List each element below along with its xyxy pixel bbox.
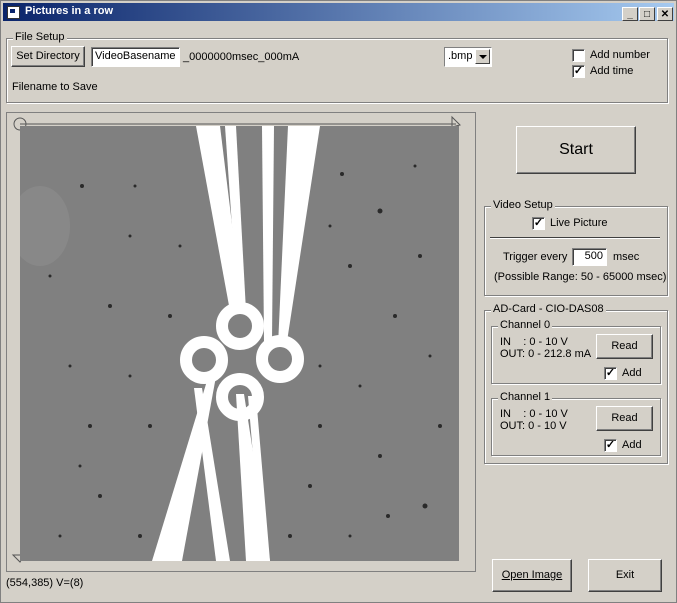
channel-1-out: OUT: 0 - 10 V <box>500 420 567 432</box>
channel-1-add-label: Add <box>622 439 642 451</box>
channel-1-read-button[interactable]: Read <box>596 406 653 431</box>
add-number-checkbox[interactable] <box>572 49 585 62</box>
camera-picture[interactable] <box>20 126 459 561</box>
trigger-range: (Possible Range: 50 - 65000 msec) <box>494 271 667 283</box>
channel-1-add-checkbox[interactable]: ✓ <box>604 439 617 452</box>
live-picture-label: Live Picture <box>550 217 608 229</box>
window-title: Pictures in a row <box>25 5 114 17</box>
basename-input[interactable]: VideoBasename <box>91 47 180 67</box>
add-time-label: Add time <box>590 65 634 77</box>
title-bar[interactable]: Pictures in a row _ □ ✕ <box>3 3 674 21</box>
app-icon <box>7 6 20 19</box>
filename-suffix: _0000000msec_000mA <box>183 51 300 63</box>
file-setup-label: File Setup <box>13 31 67 43</box>
filename-caption: Filename to Save <box>12 81 98 93</box>
minimize-button[interactable]: _ <box>622 7 638 21</box>
maximize-button[interactable]: □ <box>639 7 655 21</box>
close-button[interactable]: ✕ <box>657 7 673 21</box>
chevron-down-icon[interactable] <box>475 49 490 64</box>
electrode-image <box>20 126 459 561</box>
trigger-input[interactable]: 500 <box>572 248 607 266</box>
divider <box>490 237 660 239</box>
status-readout: (554,385) V=(8) <box>6 577 84 589</box>
start-button[interactable]: Start <box>516 126 636 174</box>
open-image-button[interactable]: Open Image <box>492 559 572 592</box>
channel-1-label: Channel 1 <box>498 391 553 403</box>
add-time-checkbox[interactable]: ✓ <box>572 65 585 78</box>
filetype-value: .bmp <box>448 50 473 62</box>
live-picture-checkbox[interactable]: ✓ <box>532 217 545 230</box>
trigger-unit: msec <box>613 251 640 263</box>
channel-0-add-label: Add <box>622 367 642 379</box>
channel-0-add-checkbox[interactable]: ✓ <box>604 367 617 380</box>
channel-0-label: Channel 0 <box>498 319 553 331</box>
trigger-label: Trigger every <box>503 251 568 263</box>
video-setup-label: Video Setup <box>491 199 555 211</box>
set-directory-button[interactable]: Set Directory <box>11 46 85 67</box>
ad-card-label: AD-Card - CIO-DAS08 <box>491 303 606 315</box>
filetype-select[interactable]: .bmp <box>444 47 492 67</box>
add-number-label: Add number <box>590 49 650 61</box>
channel-0-out: OUT: 0 - 212.8 mA <box>500 348 592 360</box>
exit-button[interactable]: Exit <box>588 559 662 592</box>
channel-1-in: IN : 0 - 10 V <box>500 408 568 420</box>
channel-0-read-button[interactable]: Read <box>596 334 653 359</box>
channel-0-in: IN : 0 - 10 V <box>500 336 568 348</box>
